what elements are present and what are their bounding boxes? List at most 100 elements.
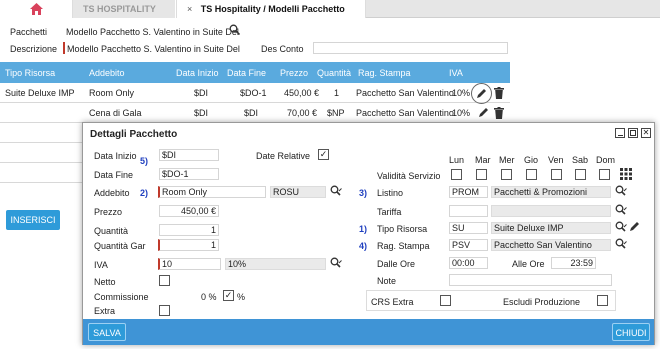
minimize-icon[interactable] — [615, 128, 625, 138]
sab-checkbox[interactable] — [575, 169, 586, 180]
col-data-inizio[interactable]: Data Inizio — [176, 68, 219, 78]
escludi-produzione-label: Escludi Produzione — [503, 297, 581, 307]
close-tab-icon[interactable]: × — [187, 4, 192, 14]
cell-iva: 10% — [452, 88, 471, 98]
escludi-produzione-checkbox[interactable] — [597, 295, 608, 306]
extra-checkbox[interactable] — [159, 305, 170, 316]
lookup-icon[interactable] — [615, 221, 627, 233]
lookup-icon[interactable] — [330, 185, 342, 197]
date-relative-checkbox[interactable]: ✓ — [318, 149, 329, 160]
cell-prezzo: 70,00 € — [287, 108, 318, 118]
lookup-icon[interactable] — [615, 185, 627, 197]
tab-ts-hospitality[interactable]: TS HOSPITALITY — [73, 0, 176, 18]
marker-5: 5) — [140, 156, 149, 166]
data-inizio-label: Data Inizio — [94, 151, 137, 161]
addebito-code: ROSU — [270, 186, 326, 198]
iva-label: IVA — [94, 260, 108, 270]
search-icon[interactable] — [229, 24, 240, 35]
rag-stampa-desc: Pacchetto San Valentino — [491, 239, 611, 251]
tariffa-desc — [491, 205, 611, 217]
quantita-gar-field[interactable]: 1 — [158, 239, 219, 251]
dalle-ore-label: Dalle Ore — [377, 259, 416, 269]
col-prezzo[interactable]: Prezzo — [280, 68, 308, 78]
tab-modelli-pacchetto[interactable]: × TS Hospitality / Modelli Pacchetto — [176, 0, 366, 18]
edit-row-button[interactable] — [471, 83, 492, 104]
commissione-value[interactable]: 0 % — [201, 292, 217, 302]
day-mer: Mer — [499, 155, 515, 165]
table-row[interactable]: Suite Deluxe IMP Room Only $DI $DO-1 450… — [0, 83, 510, 104]
data-fine-field[interactable]: $DO-1 — [159, 168, 219, 180]
pencil-icon — [477, 89, 486, 98]
pencil-icon[interactable] — [629, 221, 640, 232]
dalle-ore-field[interactable]: 00:00 — [449, 257, 488, 269]
mar-checkbox[interactable] — [476, 169, 487, 180]
crs-extra-label: CRS Extra — [371, 297, 414, 307]
insert-button[interactable]: INSERISCI — [6, 210, 60, 230]
mer-checkbox[interactable] — [501, 169, 512, 180]
quantita-gar-label: Quantità Gar — [94, 241, 146, 251]
save-button[interactable]: SALVA — [88, 323, 126, 341]
pencil-icon[interactable] — [478, 107, 489, 118]
ven-checkbox[interactable] — [551, 169, 562, 180]
rag-stampa-code[interactable]: PSV — [449, 239, 488, 251]
cell-rag-stampa: Pacchetto San Valentino — [356, 108, 454, 118]
data-fine-label: Data Fine — [94, 170, 134, 180]
lookup-icon[interactable] — [615, 238, 627, 250]
descrizione-value[interactable]: Modello Pacchetto S. Valentino in Suite … — [67, 44, 240, 54]
grid-header: Tipo Risorsa Addebito Data Inizio Data F… — [0, 62, 510, 83]
validita-label: Validità Servizio — [377, 171, 441, 181]
prezzo-field[interactable]: 450,00 € — [159, 205, 219, 217]
cell-quantita: $NP — [327, 108, 345, 118]
extra-label: Extra — [94, 306, 116, 316]
data-inizio-field[interactable]: $DI — [159, 149, 219, 161]
marker-3: 3) — [359, 188, 368, 198]
note-field[interactable] — [449, 274, 612, 286]
crs-extra-checkbox[interactable] — [440, 295, 451, 306]
tariffa-code[interactable] — [449, 205, 488, 217]
des-conto-field[interactable] — [313, 42, 508, 54]
alle-ore-field[interactable]: 23:59 — [551, 257, 596, 269]
addebito-field[interactable]: Room Only — [158, 186, 266, 198]
required-marker — [63, 42, 65, 54]
gio-checkbox[interactable] — [526, 169, 537, 180]
grid-icon[interactable] — [620, 168, 632, 180]
marker-4: 4) — [359, 241, 368, 251]
lun-checkbox[interactable] — [451, 169, 462, 180]
home-tab[interactable] — [0, 0, 73, 18]
col-data-fine[interactable]: Data Fine — [227, 68, 266, 78]
tariffa-label: Tariffa — [377, 207, 402, 217]
cell-addebito: Room Only — [89, 88, 135, 98]
lookup-icon[interactable] — [615, 204, 627, 216]
table-row[interactable]: Cena di Gala $DI $DI 70,00 € $NP Pacchet… — [0, 103, 510, 123]
iva-field[interactable]: 10 — [158, 258, 221, 270]
cell-quantita: 1 — [334, 88, 340, 98]
cell-data-fine: $DI — [244, 108, 259, 118]
trash-icon[interactable] — [494, 107, 504, 119]
descrizione-label: Descrizione — [10, 44, 58, 54]
lookup-icon[interactable] — [330, 257, 342, 269]
netto-checkbox[interactable] — [159, 275, 170, 286]
alle-ore-label: Alle Ore — [512, 259, 545, 269]
tipo-risorsa-desc: Suite Deluxe IMP — [491, 222, 611, 234]
commissione-checkbox[interactable]: ✓ — [223, 290, 234, 301]
tipo-risorsa-label: Tipo Risorsa — [377, 224, 428, 234]
close-button[interactable]: CHIUDI — [612, 323, 650, 341]
dom-checkbox[interactable] — [599, 169, 610, 180]
commissione-label: Commissione — [94, 292, 149, 302]
des-conto-label: Des Conto — [261, 44, 304, 54]
rag-stampa-label: Rag. Stampa — [377, 241, 430, 251]
tipo-risorsa-code[interactable]: SU — [449, 222, 488, 234]
col-rag-stampa[interactable]: Rag. Stampa — [358, 68, 411, 78]
listino-code[interactable]: PROM — [449, 186, 488, 198]
trash-icon[interactable] — [494, 87, 504, 99]
pacchetti-value[interactable]: Modello Pacchetto S. Valentino in Suite … — [66, 27, 239, 37]
maximize-icon[interactable] — [628, 128, 638, 138]
col-quantita[interactable]: Quantità — [317, 68, 351, 78]
iva-desc: 10% — [225, 258, 326, 270]
day-ven: Ven — [548, 155, 564, 165]
col-tipo-risorsa[interactable]: Tipo Risorsa — [5, 68, 55, 78]
close-icon[interactable]: ✕ — [641, 128, 651, 138]
col-addebito[interactable]: Addebito — [89, 68, 125, 78]
col-iva[interactable]: IVA — [449, 68, 463, 78]
quantita-field[interactable]: 1 — [159, 224, 219, 236]
